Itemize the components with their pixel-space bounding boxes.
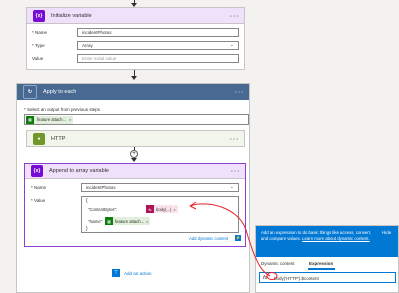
annotation-arrow xyxy=(189,201,278,280)
